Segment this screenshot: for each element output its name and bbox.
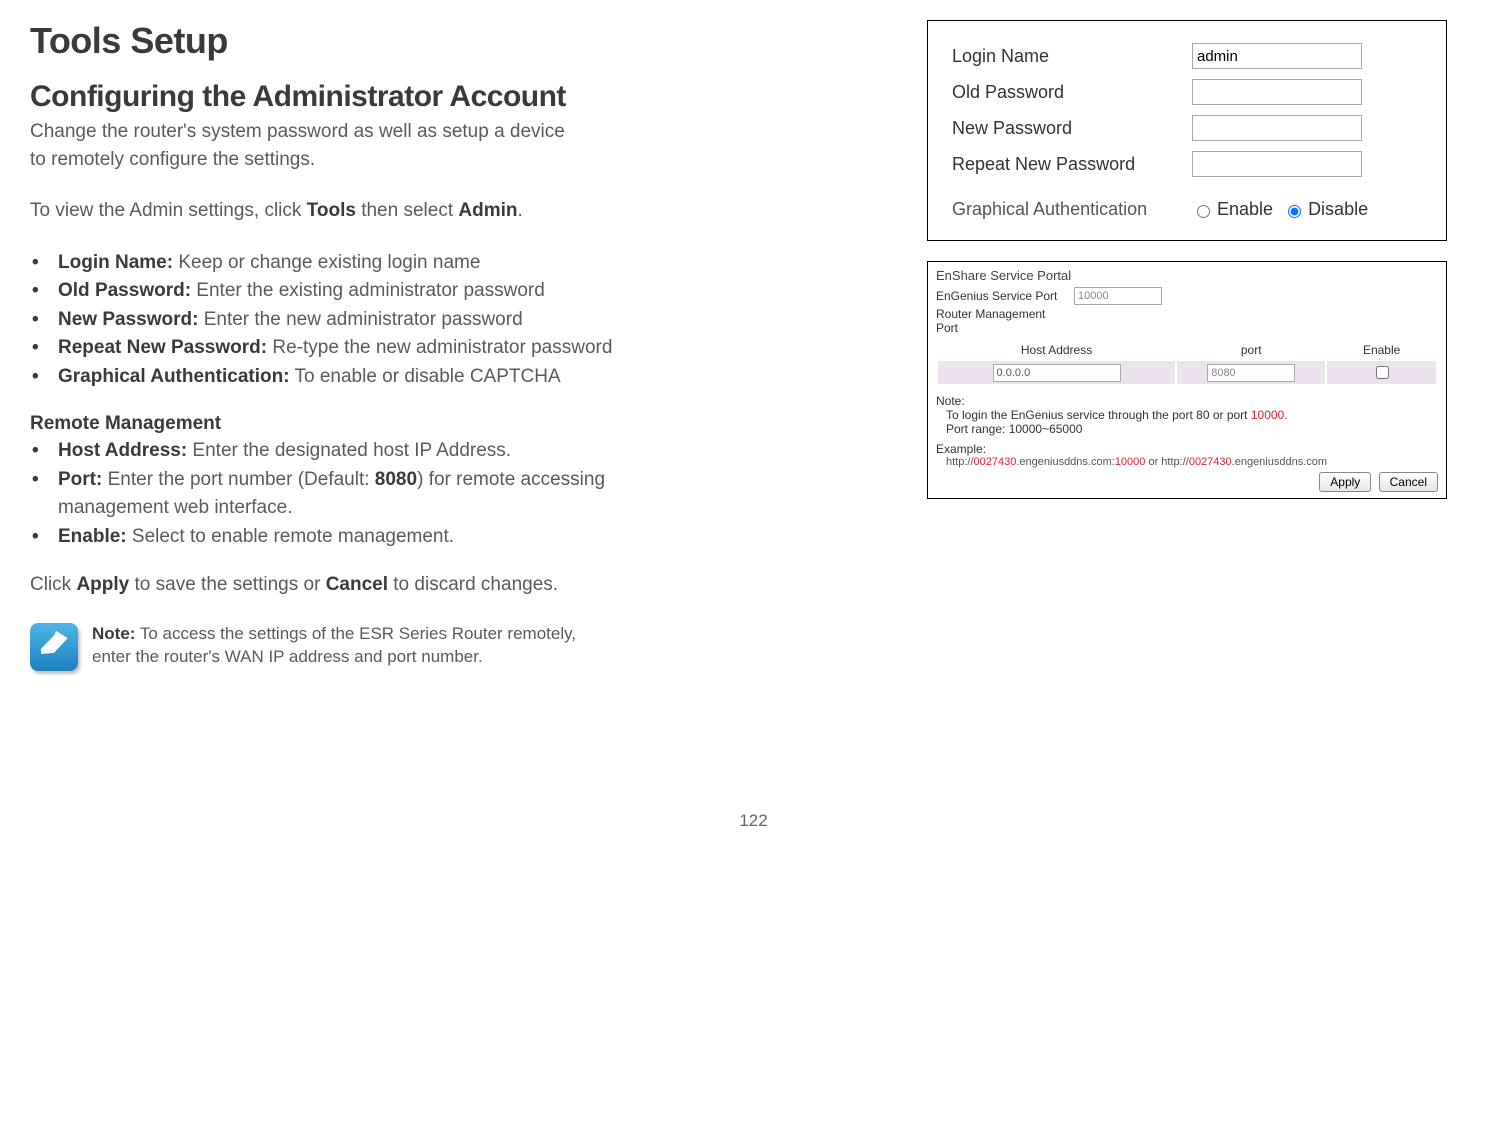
section-heading: Configuring the Administrator Account	[30, 80, 680, 114]
note-pencil-icon	[30, 623, 78, 671]
enable-checkbox[interactable]	[1376, 366, 1389, 379]
service-port-label: EnGenius Service Port	[936, 289, 1066, 303]
disable-radio-label[interactable]: Disable	[1283, 199, 1368, 220]
login-name-input[interactable]	[1192, 43, 1362, 69]
apply-button[interactable]: Apply	[1319, 472, 1371, 492]
port-input[interactable]	[1207, 364, 1295, 382]
apply-instruction: Click Apply to save the settings or Canc…	[30, 571, 680, 599]
list-item: Old Password: Enter the existing adminis…	[30, 277, 680, 306]
mgmt-port-label: Router Management Port	[936, 307, 1066, 335]
remote-table: Host Address port Enable	[936, 339, 1438, 386]
new-password-input[interactable]	[1192, 115, 1362, 141]
field-bullet-list: Login Name: Keep or change existing logi…	[30, 249, 680, 392]
note-text: Note: To access the settings of the ESR …	[92, 623, 576, 669]
enable-radio-label[interactable]: Enable	[1192, 199, 1273, 220]
new-password-label: New Password	[952, 118, 1192, 139]
remote-management-heading: Remote Management	[30, 413, 680, 435]
list-item: Host Address: Enter the designated host …	[30, 437, 680, 466]
portal-title: EnShare Service Portal	[936, 268, 1438, 283]
list-item: Graphical Authentication: To enable or d…	[30, 363, 680, 392]
list-item: New Password: Enter the new administrato…	[30, 306, 680, 335]
list-item: Repeat New Password: Re-type the new adm…	[30, 334, 680, 363]
remote-bullet-list: Host Address: Enter the designated host …	[30, 437, 680, 551]
list-item: Port: Enter the port number (Default: 80…	[30, 466, 680, 523]
old-password-label: Old Password	[952, 82, 1192, 103]
login-name-label: Login Name	[952, 46, 1192, 67]
remote-management-panel: EnShare Service Portal EnGenius Service …	[927, 261, 1447, 499]
intro-text: Change the router's system password as w…	[30, 118, 680, 173]
intro-line-2: to remotely configure the settings.	[30, 149, 315, 170]
service-port-input[interactable]	[1074, 287, 1162, 305]
view-instruction: To view the Admin settings, click Tools …	[30, 197, 680, 225]
note-block: Note: To access the settings of the ESR …	[30, 623, 680, 671]
enable-radio[interactable]	[1197, 205, 1210, 218]
page-number: 122	[30, 671, 1477, 831]
page-title: Tools Setup	[30, 20, 680, 62]
list-item: Login Name: Keep or change existing logi…	[30, 249, 680, 278]
th-port: port	[1177, 341, 1325, 359]
disable-radio[interactable]	[1288, 205, 1301, 218]
panel-note: Note: To login the EnGenius service thro…	[936, 394, 1438, 436]
cancel-button[interactable]: Cancel	[1379, 472, 1438, 492]
admin-password-panel: Login Name Old Password New Password Rep…	[927, 20, 1447, 241]
table-row	[938, 361, 1436, 384]
graphical-auth-label: Graphical Authentication	[952, 199, 1192, 220]
host-address-input[interactable]	[993, 364, 1121, 382]
th-enable: Enable	[1327, 341, 1436, 359]
th-host: Host Address	[938, 341, 1175, 359]
repeat-password-label: Repeat New Password	[952, 154, 1192, 175]
old-password-input[interactable]	[1192, 79, 1362, 105]
panel-example: Example: http://0027430.engeniusddns.com…	[936, 442, 1438, 468]
intro-line-1: Change the router's system password as w…	[30, 121, 565, 142]
repeat-password-input[interactable]	[1192, 151, 1362, 177]
list-item: Enable: Select to enable remote manageme…	[30, 523, 680, 552]
